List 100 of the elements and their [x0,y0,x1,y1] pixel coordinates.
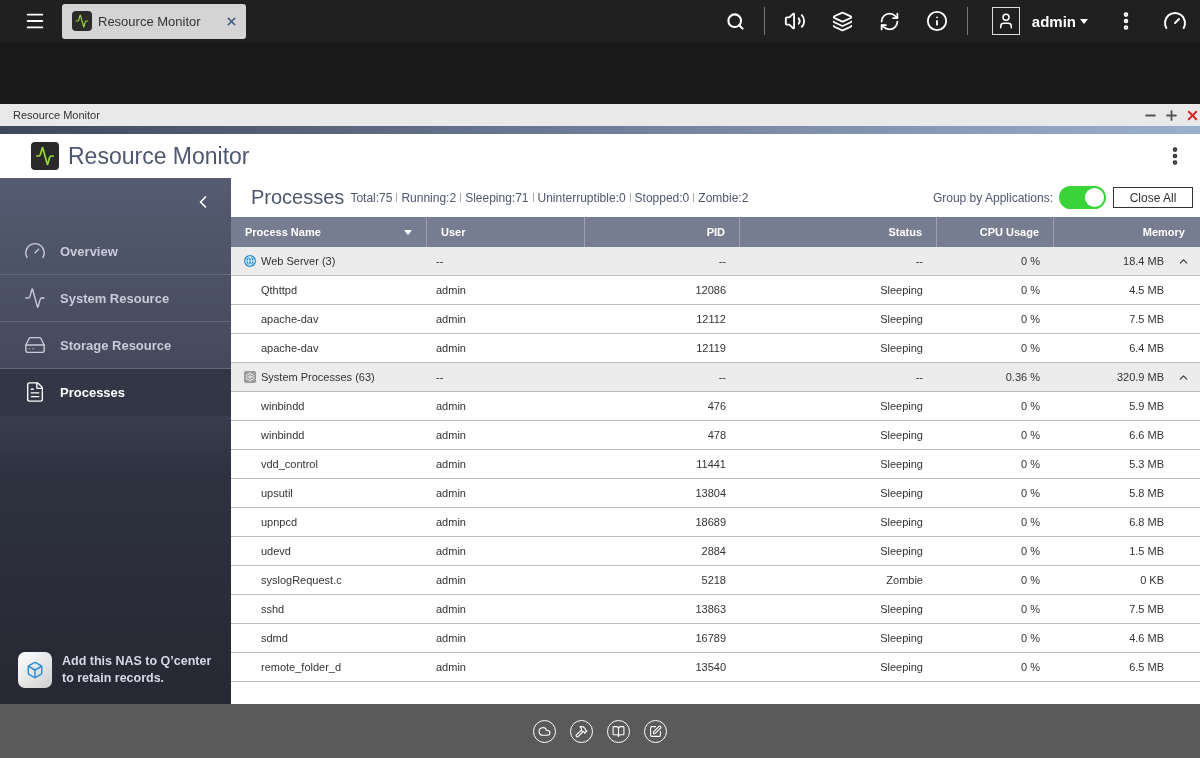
table-cell-text: Sleeping [879,429,924,441]
maximize-icon[interactable] [1164,107,1179,123]
table-cell-text: 0 % [1020,429,1041,441]
table-cell-text: Zombie [885,574,924,586]
table-cell-text: winbindd [260,429,306,441]
table-cell-text: 5218 [700,574,727,586]
table-cell-text: 4.6 MB [1128,632,1165,644]
speaker-icon[interactable] [783,10,806,32]
stat-text: Running:2 [401,190,457,205]
search-icon[interactable] [725,11,745,31]
table-cell-text: 18.4 MB [1122,255,1165,267]
globe-icon [244,255,256,267]
stat-text: Sleeping:71 [465,190,529,205]
table-cell-text: 0 % [1020,400,1041,412]
table-cell-text: udevd [260,545,292,557]
table-cell-text: 5.3 MB [1128,458,1165,470]
table-cell-text: 476 [706,400,727,412]
table-cell-text: 16789 [694,632,727,644]
toggle-label: Group by Applications: [932,190,1053,205]
table-cell-text: 13804 [694,487,727,499]
table-cell-text: admin [435,574,467,586]
table-cell-text: 0 % [1020,632,1041,644]
table-cell-text: Sleeping [879,313,924,325]
close-all-button[interactable]: Close All [1113,187,1193,208]
app-logo-icon [31,142,59,170]
sidebar-item[interactable]: System Resource [0,275,231,322]
table-cell-text: 12119 [695,342,727,354]
table-cell-text: Sleeping [879,661,924,673]
group-name: System Processes (63) [261,371,375,383]
table-cell-text: Sleeping [879,516,924,528]
table-cell-text: -- [717,371,727,383]
table-cell-text: 18689 [694,516,727,528]
table-cell-text: remote_folder_d [260,661,343,673]
group-row[interactable]: System Processes (63) -- -- -- 0.36 % 320.9 MB [231,363,1200,392]
table-cell-text: 12112 [695,313,727,325]
table-cell-text: admin [435,516,467,528]
group-toggle[interactable] [1059,186,1106,209]
table-cell-text: 478 [706,429,727,441]
table-cell-text: 0 % [1020,574,1041,586]
window-title: Resource Monitor [13,109,100,121]
sidebar-item[interactable]: Processes [0,369,231,416]
table-cell-text: 0 % [1020,516,1041,528]
stack-icon[interactable] [831,10,853,32]
group-row[interactable]: Web Server (3) -- -- -- 0 % 18.4 MB [231,247,1200,276]
table-cell-text: 6.6 MB [1128,429,1165,441]
table-cell-text: 6.8 MB [1128,516,1165,528]
tab-title: Resource Monitor [98,13,202,29]
line-chart-icon [24,287,46,309]
table-cell-text: 6.5 MB [1128,661,1165,673]
cube-icon[interactable] [18,652,52,688]
table-cell-text: admin [435,400,467,412]
table-cell-text: 7.5 MB [1128,603,1165,615]
user-icon[interactable] [991,7,1020,35]
user-menu[interactable]: admin [1031,12,1088,30]
table-cell-text: 13540 [694,661,727,673]
table-cell-text: Sleeping [879,632,924,644]
table-cell-text: admin [435,313,467,325]
stat-text: Uninterruptible:0 [537,190,626,205]
table-cell-text: Sleeping [879,458,924,470]
table-cell-text: admin [435,545,467,557]
table-cell-text: Sleeping [879,545,924,557]
table-cell-text: 12086 [694,284,727,296]
document-icon [24,381,46,403]
table-cell-text: 0 KB [1139,574,1165,586]
info-icon[interactable] [925,10,948,32]
table-cell-text: admin [435,603,467,615]
table-cell-text: 13863 [694,603,727,615]
app-tab[interactable]: Resource Monitor [62,3,246,39]
table-cell-text: 7.5 MB [1128,313,1165,325]
table-cell-text: -- [914,371,924,383]
group-name: Web Server (3) [261,255,336,267]
caret-icon [404,229,412,235]
table-cell-text: admin [435,487,467,499]
sync-icon[interactable] [878,10,900,32]
table-cell-text: 11441 [695,458,727,470]
table-cell-text: admin [435,458,467,470]
stat-text: Zombie:2 [698,190,749,205]
column-header[interactable]: Process Name [231,217,426,247]
table-cell-text: Sleeping [879,603,924,615]
table-cell-text: Qthttpd [260,284,299,296]
table-cell-text: sdmd [260,632,289,644]
table-cell-text: -- [717,255,727,267]
close-icon[interactable] [225,14,238,28]
table-cell-text: 0 % [1020,284,1041,296]
promo-text: Add this NAS to Q’center to retain records. [62,653,213,687]
table-cell-text: 0 % [1020,255,1041,267]
table-cell-text: 2884 [700,545,727,557]
table-cell-text: 6.4 MB [1128,342,1165,354]
table-cell-text: vdd_control [260,458,319,470]
caret-icon [1080,18,1088,24]
table-cell-text: 0 % [1020,603,1041,615]
table-cell-text: 5.8 MB [1128,487,1165,499]
table-cell-text: 1.5 MB [1128,545,1165,557]
stat-text: Stopped:0 [634,190,690,205]
table-cell-text: 0 % [1020,487,1041,499]
table-cell-text: admin [435,342,467,354]
table-cell-text: 0 % [1020,342,1041,354]
app-title: Resource Monitor [68,142,250,170]
table-cell-text: 0.36 % [1004,371,1041,383]
table-cell-text: sshd [260,603,286,615]
